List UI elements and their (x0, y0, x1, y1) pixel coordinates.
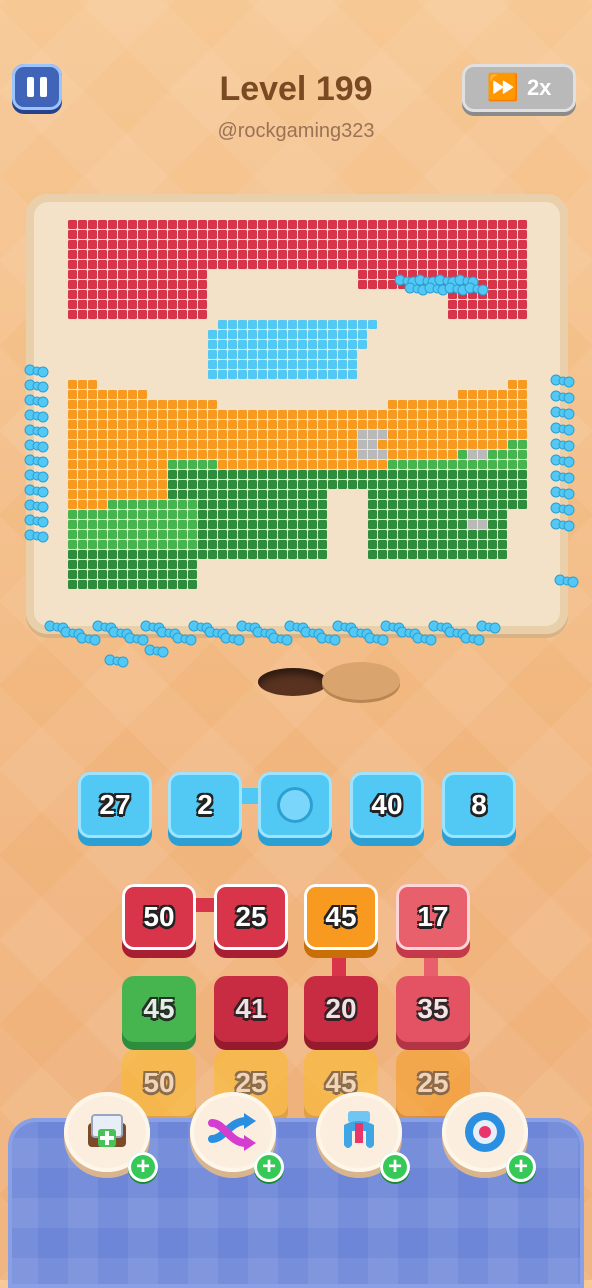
ant-icon (24, 529, 49, 543)
ant-icon (24, 379, 49, 393)
tile-number: 50 (143, 901, 175, 932)
donut-ring-booster-icon (465, 1112, 505, 1152)
tile-number: 20 (325, 993, 357, 1024)
queue-tile[interactable]: 8 (442, 772, 516, 838)
grid-tile[interactable]: 50 (122, 884, 196, 950)
link-knob-icon (277, 787, 313, 823)
ant-icon (220, 632, 245, 646)
ant-icon (24, 499, 49, 513)
ant-icon (24, 454, 49, 468)
ant-icon (444, 282, 469, 296)
ring-booster-plus-badge[interactable]: + (506, 1152, 536, 1182)
grid-tile[interactable]: 17 (396, 884, 470, 950)
ant-icon (24, 424, 49, 438)
shuffle-booster-plus-badge[interactable]: + (254, 1152, 284, 1182)
grid-tile-locked: 41 (214, 976, 288, 1042)
grid-tile-locked: 35 (396, 976, 470, 1042)
grid-tile[interactable]: 25 (214, 884, 288, 950)
ant-icon (24, 439, 49, 453)
ant-icon (76, 632, 101, 646)
add-box-booster-plus-badge[interactable]: + (128, 1152, 158, 1182)
ant-icon (24, 394, 49, 408)
grid-tile-locked: 45 (122, 976, 196, 1042)
queue-tile-linked[interactable] (258, 772, 332, 838)
ant-swarm (24, 274, 579, 668)
queue-tile[interactable]: 27 (78, 772, 152, 838)
ant-icon (464, 282, 489, 296)
tile-number: 41 (235, 993, 267, 1024)
ant-icon (550, 406, 575, 420)
ant-icon (24, 469, 49, 483)
ant-icon (124, 632, 149, 646)
ant-icon (24, 514, 49, 528)
ant-hole (258, 668, 328, 696)
ant-icon (172, 632, 197, 646)
queue-tile[interactable]: 40 (350, 772, 424, 838)
tile-number: 50 (143, 1067, 175, 1098)
ant-icon (424, 282, 449, 296)
ant-icon (554, 574, 579, 588)
ant-icon (364, 632, 389, 646)
ant-icon (550, 390, 575, 404)
ant-icon (24, 364, 49, 378)
ant-icon (404, 282, 429, 296)
magnet-claw-booster-icon (344, 1111, 374, 1148)
hole-lid (322, 662, 400, 700)
tile-number: 35 (417, 993, 449, 1024)
grid-tile-locked: 20 (304, 976, 378, 1042)
magnet-booster-plus-badge[interactable]: + (380, 1152, 410, 1182)
ant-icon (460, 632, 485, 646)
ant-icon (476, 620, 501, 634)
ant-icon (550, 438, 575, 452)
grid-tile[interactable]: 45 (304, 884, 378, 950)
ant-icon (550, 502, 575, 516)
ant-icon (550, 470, 575, 484)
ant-icon (268, 632, 293, 646)
ant-icon (316, 632, 341, 646)
tile-number: 45 (325, 901, 357, 932)
ant-icon (550, 422, 575, 436)
tile-number: 40 (371, 789, 403, 820)
ant-icon (550, 374, 575, 388)
ant-icon (104, 654, 129, 668)
tile-number: 25 (417, 1067, 449, 1098)
ant-icon (550, 518, 575, 532)
tile-number: 8 (471, 789, 487, 820)
ant-icon (550, 486, 575, 500)
ant-icon (24, 409, 49, 423)
ant-icon (412, 632, 437, 646)
ant-icon (550, 454, 575, 468)
tile-number: 45 (143, 993, 175, 1024)
ant-icon (144, 644, 169, 658)
ant-icon (24, 484, 49, 498)
shuffle-arrows-booster-icon (208, 1113, 256, 1151)
tile-number: 17 (417, 901, 449, 932)
tile-number: 27 (99, 789, 131, 820)
add-box-booster-icon (88, 1114, 126, 1147)
tile-number: 25 (235, 901, 267, 932)
tile-number: 2 (197, 789, 213, 820)
queue-tile[interactable]: 2 (168, 772, 242, 838)
